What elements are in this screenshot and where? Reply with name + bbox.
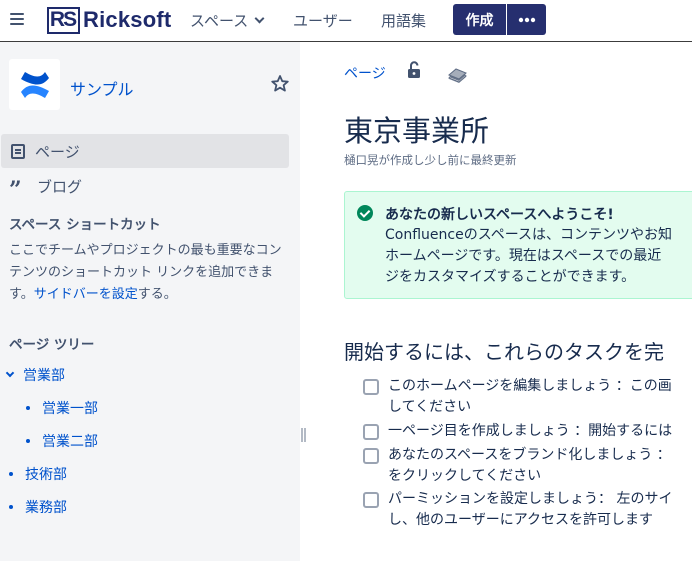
panel-line: Confluenceのスペースは、コンテンツやお知	[385, 227, 673, 243]
confluence-logo-icon	[20, 71, 49, 98]
task-item: パーミッションを設定しましょう： 左のサイ し、他のユーザーにアクセスを許可しま…	[363, 489, 692, 531]
tree-item-label: 業務部	[25, 500, 67, 516]
bullet-icon	[9, 505, 13, 509]
success-check-icon	[357, 205, 373, 221]
panel-line: ホームページです。現在はスペースでの最近	[385, 248, 662, 264]
task-checkbox[interactable]	[363, 492, 379, 508]
shortcuts-description: ここでチームやプロジェクトの最も重要なコンテンツのショートカット リンクを追加で…	[9, 240, 285, 306]
page-byline: 樋口晃が作成し少し前に最終更新	[344, 153, 517, 167]
create-button[interactable]: 作成	[453, 4, 506, 35]
tree-item-label: 営業二部	[42, 434, 98, 450]
logo-mark: RS	[47, 6, 80, 34]
quote-icon: ”	[9, 177, 22, 203]
task-checkbox[interactable]	[363, 379, 379, 395]
task-item: あなたのスペースをブランド化しましょう ： をクリックしてください	[363, 445, 692, 487]
breadcrumb-pages[interactable]: ページ	[344, 63, 386, 83]
more-icon	[518, 17, 535, 22]
more-options-button[interactable]	[507, 4, 546, 35]
chevron-down-icon	[254, 13, 265, 23]
tree-item-sales-1[interactable]: 営業一部	[26, 398, 98, 418]
task-item: 一ページ目を作成しましょう ：開始するには	[363, 421, 692, 442]
page-icon	[11, 143, 25, 159]
page-tree-heading: ページ ツリー	[9, 337, 95, 353]
shortcuts-text-end: する。	[137, 287, 177, 302]
sidebar-item-pages[interactable]: ページ	[1, 134, 289, 168]
sidebar-item-label: ブログ	[37, 177, 83, 196]
space-sidebar: サンプル ページ ” ブログ スペース ショートカット ここでチームやプロジェク…	[0, 42, 300, 561]
ricksoft-logo[interactable]: RS Ricksoft	[47, 6, 171, 34]
tree-item-operations[interactable]: 業務部	[9, 497, 67, 517]
page-content: ページ 東京事業所 樋口晃が作成し少し前に最終更新 あなたの新しいスペースへよう…	[300, 42, 692, 561]
panel-body: Confluenceのスペースは、コンテンツやお知 ホームページです。現在はスペ…	[385, 225, 692, 288]
sidebar-item-label: ページ	[35, 142, 80, 161]
tree-item-label: 営業一部	[42, 401, 98, 417]
sidebar-item-blog[interactable]: ” ブログ	[1, 169, 289, 203]
nav-users-link[interactable]: ユーザー	[293, 10, 353, 31]
task-item: このホームページを編集しましょう ：この画 してください	[363, 376, 692, 418]
tree-item-label: 営業部	[23, 368, 65, 384]
shortcuts-heading: スペース ショートカット	[9, 217, 161, 233]
page-title: 東京事業所	[344, 114, 490, 148]
task-text: パーミッションを設定しましょう： 左のサイ し、他のユーザーにアクセスを許可しま…	[388, 491, 673, 528]
bullet-icon	[9, 472, 13, 476]
nav-glossary-link[interactable]: 用語集	[381, 10, 426, 31]
task-checkbox[interactable]	[363, 424, 379, 440]
welcome-info-panel: あなたの新しいスペースへようこそ! Confluenceのスペースは、コンテンツ…	[344, 191, 692, 299]
task-checkbox[interactable]	[363, 448, 379, 464]
tree-item-label: 技術部	[25, 467, 67, 483]
chevron-down-icon[interactable]	[5, 368, 15, 377]
tree-item-sales-2[interactable]: 営業二部	[26, 431, 98, 451]
configure-sidebar-link[interactable]: サイドバーを設定	[34, 287, 138, 302]
panel-line: ジをカスタマイズすることができます。	[385, 269, 636, 285]
bullet-icon	[26, 439, 30, 443]
star-icon[interactable]	[270, 74, 290, 94]
top-navigation-bar: RS Ricksoft スペース ユーザー 用語集 作成	[0, 0, 692, 42]
tree-item-engineering[interactable]: 技術部	[9, 464, 67, 484]
space-logo[interactable]	[9, 59, 60, 110]
nav-spaces-dropdown[interactable]: スペース	[190, 10, 265, 31]
unlock-icon[interactable]	[406, 60, 422, 80]
task-text: あなたのスペースをブランド化しましょう ： をクリックしてください	[388, 447, 671, 484]
panel-title: あなたの新しいスペースへようこそ!	[385, 207, 614, 223]
task-text: 一ページ目を作成しましょう ：開始するには	[388, 423, 673, 439]
bullet-icon	[26, 406, 30, 410]
tree-item-sales[interactable]: 営業部	[5, 365, 65, 385]
tasks-heading: 開始するには、これらのタスクを完	[344, 340, 664, 364]
menu-icon[interactable]	[10, 13, 24, 25]
book-icon[interactable]	[446, 64, 468, 84]
logo-text: Ricksoft	[83, 7, 172, 32]
space-name-link[interactable]: サンプル	[70, 76, 134, 100]
task-text: このホームページを編集しましょう ：この画 してください	[388, 378, 672, 415]
nav-spaces-label: スペース	[190, 12, 249, 30]
